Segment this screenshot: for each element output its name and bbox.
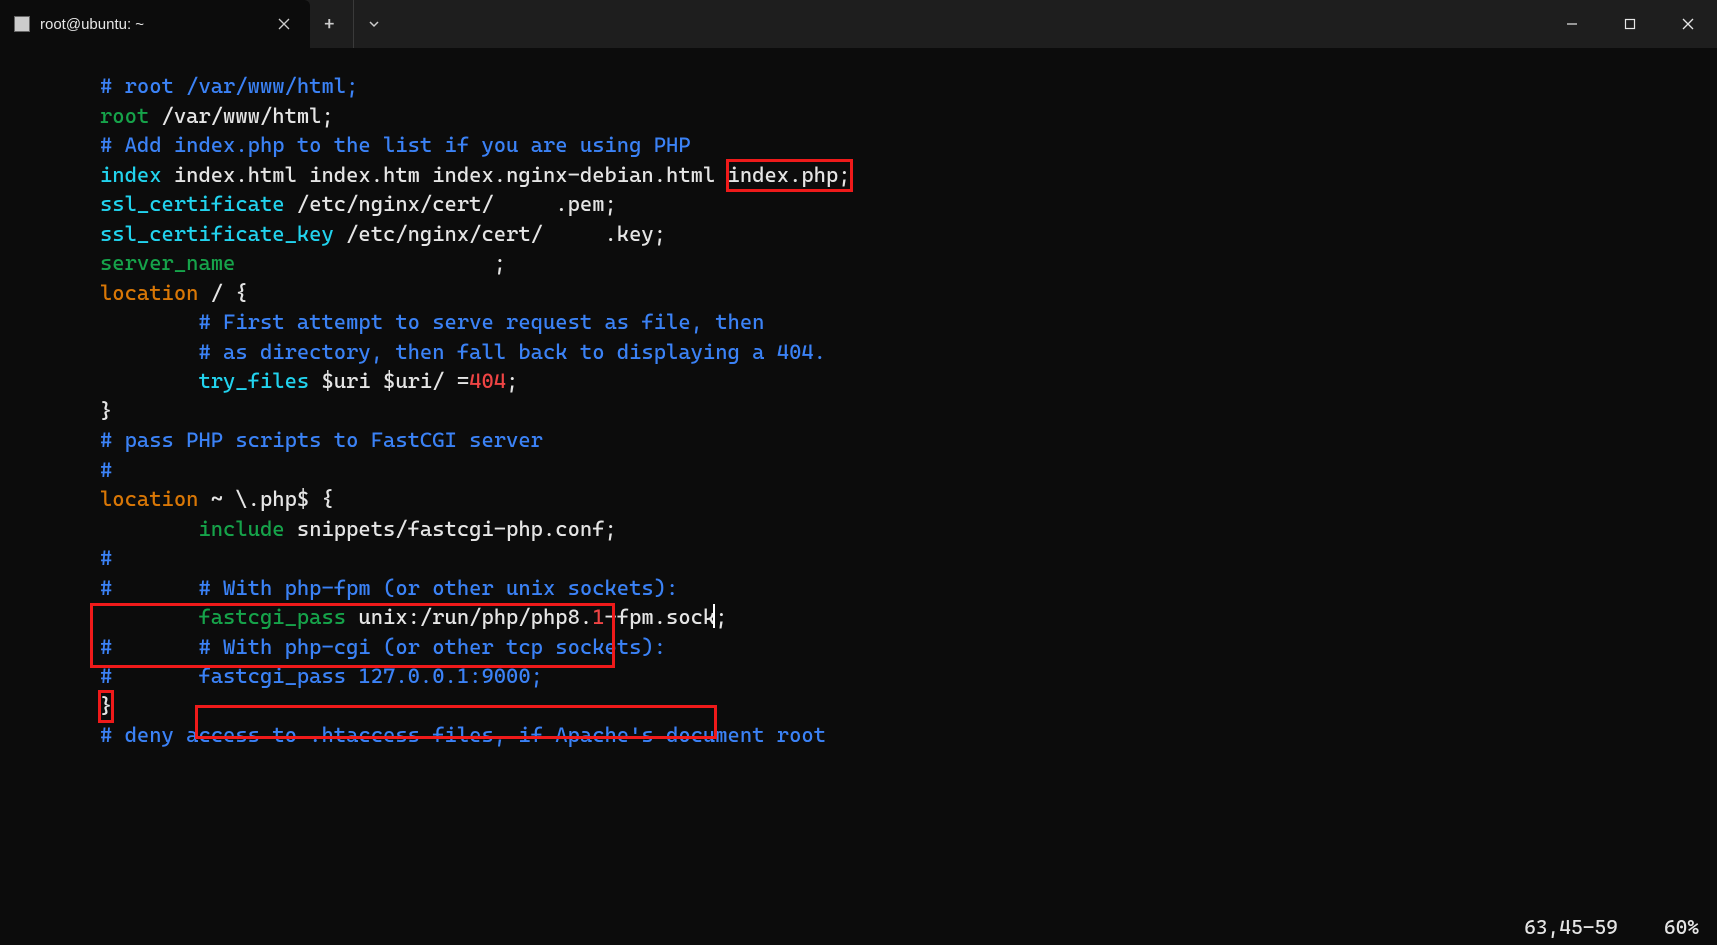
tab-actions: +	[310, 0, 394, 48]
title-bar: root@ubuntu: ~ +	[0, 0, 1717, 48]
code-text: ;	[506, 369, 518, 393]
minimize-icon	[1566, 18, 1578, 30]
code-directive: include	[198, 517, 284, 541]
code-directive: index	[100, 163, 162, 187]
code-directive: try_files	[198, 369, 309, 393]
code-text: / {	[198, 281, 247, 305]
highlight-index-php: index.php;	[728, 161, 851, 191]
code-indent	[100, 369, 198, 393]
code-text: /var/www/html;	[149, 104, 334, 128]
maximize-button[interactable]	[1601, 0, 1659, 48]
code-number: 404	[469, 369, 506, 393]
code-number: 1	[592, 605, 604, 629]
code-directive: root	[100, 104, 149, 128]
code-comment: # deny access to .htaccess files, if Apa…	[100, 723, 826, 747]
code-indent	[100, 517, 198, 541]
code-directive: fastcgi_pass	[198, 605, 346, 629]
code-comment: # as directory, then fall back to displa…	[100, 340, 826, 364]
code-directive: ssl_certificate	[100, 192, 285, 216]
close-window-button[interactable]	[1659, 0, 1717, 48]
code-comment: # fastcgi_pass 127.0.0.1:9000;	[100, 664, 543, 688]
terminal-content[interactable]: # root /var/www/html; root /var/www/html…	[0, 48, 1717, 751]
tab-dropdown-button[interactable]	[353, 0, 394, 48]
code-comment: # Add index.php to the list if you are u…	[100, 133, 691, 157]
code-text: ;	[235, 251, 506, 275]
code-comment: # # With php-cgi (or other tcp sockets):	[100, 635, 666, 659]
tab-title: root@ubuntu: ~	[40, 16, 262, 33]
code-comment: # root /var/www/html;	[100, 74, 358, 98]
code-comment: #	[100, 458, 112, 482]
code-comment: # # With php-fpm (or other unix sockets)…	[100, 576, 678, 600]
code-comment: # First attempt to serve request as file…	[100, 310, 764, 334]
code-comment: #	[100, 546, 112, 570]
close-tab-button[interactable]	[272, 11, 296, 38]
code-text: index.html index.htm index.nginx-debian.…	[162, 163, 728, 187]
code-directive: ssl_certificate_key	[100, 222, 334, 246]
code-keyword: location	[100, 281, 198, 305]
close-icon	[1681, 17, 1695, 31]
cursor-position: 63,45-59	[1524, 915, 1618, 939]
chevron-down-icon	[368, 18, 380, 30]
maximize-icon	[1624, 18, 1636, 30]
code-indent	[100, 605, 198, 629]
vim-status-bar: 63,45-59 60%	[0, 915, 1717, 945]
code-directive: server_name	[100, 251, 235, 275]
code-comment: # pass PHP scripts to FastCGI server	[100, 428, 543, 452]
code-brace: }	[100, 399, 112, 423]
code-text: ~ \.php$ {	[198, 487, 333, 511]
code-text: -fpm.sock	[605, 605, 716, 629]
code-text: /etc/nginx/cert/ .key;	[334, 222, 666, 246]
highlight-closing-brace: }	[100, 692, 112, 722]
scroll-percent: 60%	[1664, 915, 1699, 939]
minimize-button[interactable]	[1543, 0, 1601, 48]
terminal-icon	[14, 16, 30, 32]
code-text: $uri $uri/ =	[309, 369, 469, 393]
code-text: unix:/run/php/php8.	[346, 605, 592, 629]
code-text: ;	[715, 605, 727, 629]
code-text: snippets/fastcgi-php.conf;	[285, 517, 617, 541]
window-controls	[1543, 0, 1717, 48]
code-text: /etc/nginx/cert/ .pem;	[285, 192, 617, 216]
tab-terminal[interactable]: root@ubuntu: ~	[0, 0, 310, 48]
code-keyword: location	[100, 487, 198, 511]
new-tab-button[interactable]: +	[310, 0, 349, 48]
